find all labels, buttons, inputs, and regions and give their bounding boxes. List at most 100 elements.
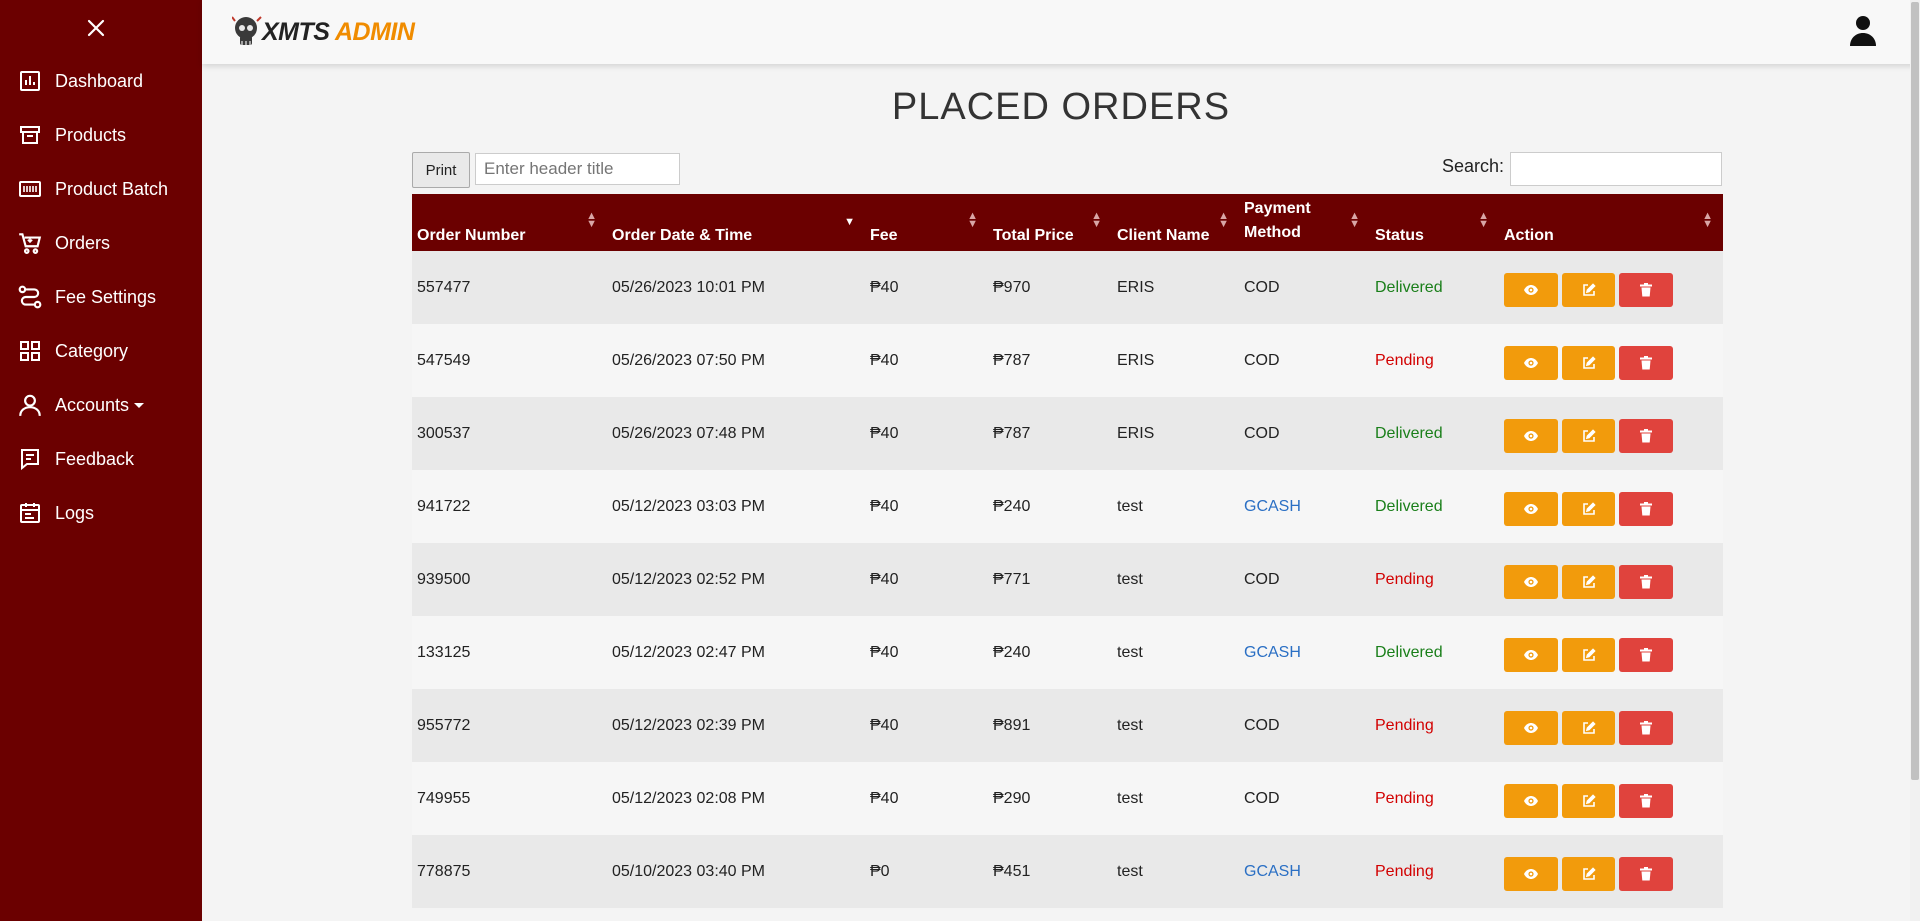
delete-button[interactable] — [1619, 564, 1673, 599]
delete-button[interactable] — [1619, 345, 1673, 380]
total-price-cell: ₱240 — [993, 643, 1031, 661]
column-header-action[interactable]: Action ▲ ▼ — [1499, 194, 1723, 251]
edit-button[interactable] — [1562, 783, 1615, 818]
account-icon[interactable] — [1848, 14, 1878, 48]
trash-icon — [1640, 866, 1652, 881]
order-date-cell: 05/12/2023 02:08 PM — [612, 789, 766, 807]
action-cell — [1499, 616, 1723, 689]
order-number-cell: 941722 — [417, 497, 471, 515]
sidebar-item-feedback[interactable]: Feedback — [0, 432, 202, 486]
trash-icon — [1640, 720, 1652, 735]
view-button[interactable] — [1504, 345, 1558, 380]
sort-icon: ▲ ▼ — [1349, 210, 1360, 230]
sidebar-item-label: Accounts — [55, 394, 130, 415]
edit-icon — [1582, 501, 1596, 516]
view-button[interactable] — [1504, 491, 1558, 526]
sidebar-item-label: Feedback — [55, 448, 135, 469]
order-date-cell: 05/12/2023 02:47 PM — [612, 643, 766, 661]
view-button[interactable] — [1504, 272, 1558, 307]
route-icon — [17, 284, 43, 310]
user-icon — [17, 392, 43, 418]
header-title-input[interactable] — [475, 153, 680, 185]
delete-button[interactable] — [1619, 710, 1673, 745]
sidebar-item-category[interactable]: Category — [0, 324, 202, 378]
status-cell: Delivered — [1375, 643, 1443, 661]
top-bar: XMTS ADMIN — [202, 0, 1920, 64]
sidebar-item-orders[interactable]: Orders — [0, 216, 202, 270]
payment-method-cell: COD — [1244, 278, 1280, 296]
delete-button[interactable] — [1619, 272, 1673, 307]
view-button[interactable] — [1504, 783, 1558, 818]
client-name-cell: test — [1117, 570, 1143, 588]
search-input[interactable] — [1510, 152, 1722, 186]
order-number-cell: 778875 — [417, 862, 471, 880]
fee-cell: ₱40 — [870, 424, 899, 442]
table-row: 300537 05/26/2023 07:48 PM ₱40 ₱787 ERIS COD D… — [412, 397, 1723, 470]
edit-button[interactable] — [1562, 710, 1615, 745]
sidebar-item-products[interactable]: Products — [0, 108, 202, 162]
client-name-cell: test — [1117, 643, 1143, 661]
edit-button[interactable] — [1562, 345, 1615, 380]
column-header-total-price[interactable]: Total Price ▲ ▼ — [988, 194, 1112, 251]
table-row: 955772 05/12/2023 02:39 PM ₱40 ₱891 test COD P… — [412, 689, 1723, 762]
eye-icon — [1523, 284, 1539, 296]
sort-desc-icon: ▼ — [844, 216, 855, 228]
client-name-cell: ERIS — [1117, 351, 1155, 369]
edit-button[interactable] — [1562, 272, 1615, 307]
order-date-cell: 05/12/2023 03:03 PM — [612, 497, 766, 515]
fee-cell: ₱40 — [870, 278, 899, 296]
column-header-status[interactable]: Status ▲ ▼ — [1370, 194, 1499, 251]
delete-button[interactable] — [1619, 418, 1673, 453]
page-scrollbar[interactable] — [1910, 0, 1920, 921]
action-cell — [1499, 762, 1723, 835]
order-number-cell: 939500 — [417, 570, 471, 588]
close-icon[interactable] — [84, 16, 108, 40]
delete-button[interactable] — [1619, 783, 1673, 818]
sidebar-item-accounts[interactable]: Accounts — [0, 378, 202, 432]
column-header-payment-method[interactable]: Payment Method ▲ ▼ — [1239, 194, 1370, 251]
edit-icon — [1582, 428, 1596, 443]
edit-button[interactable] — [1562, 637, 1615, 672]
view-button[interactable] — [1504, 564, 1558, 599]
delete-button[interactable] — [1619, 491, 1673, 526]
print-button[interactable]: Print — [412, 152, 470, 188]
app-logo[interactable]: XMTS ADMIN — [232, 12, 415, 52]
sidebar-item-fee-settings[interactable]: Fee Settings — [0, 270, 202, 324]
edit-button[interactable] — [1562, 564, 1615, 599]
delete-button[interactable] — [1619, 856, 1673, 891]
status-cell: Pending — [1375, 716, 1434, 734]
archive-icon — [17, 122, 43, 148]
column-header-fee[interactable]: Fee ▲ ▼ — [865, 194, 988, 251]
status-cell: Delivered — [1375, 424, 1443, 442]
edit-button[interactable] — [1562, 856, 1615, 891]
column-header-order-number[interactable]: Order Number ▲ ▼ — [412, 194, 607, 251]
delete-button[interactable] — [1619, 637, 1673, 672]
sort-icon: ▲ ▼ — [967, 210, 978, 230]
trash-icon — [1640, 574, 1652, 589]
sidebar-item-dashboard[interactable]: Dashboard — [0, 54, 202, 108]
eye-icon — [1523, 503, 1539, 515]
action-cell — [1499, 835, 1723, 908]
table-row: 133125 05/12/2023 02:47 PM ₱40 ₱240 test GCAS… — [412, 616, 1723, 689]
sidebar-item-label: Fee Settings — [55, 286, 157, 307]
view-button[interactable] — [1504, 637, 1558, 672]
column-header-client-name[interactable]: Client Name ▲ ▼ — [1112, 194, 1239, 251]
sidebar-item-product-batch[interactable]: Product Batch — [0, 162, 202, 216]
sort-icon: ▲ ▼ — [586, 210, 597, 230]
payment-method-cell: COD — [1244, 351, 1280, 369]
edit-button[interactable] — [1562, 491, 1615, 526]
edit-button[interactable] — [1562, 418, 1615, 453]
client-name-cell: ERIS — [1117, 424, 1155, 442]
eye-icon — [1523, 722, 1539, 734]
view-button[interactable] — [1504, 856, 1558, 891]
view-button[interactable] — [1504, 418, 1558, 453]
column-header-order-date[interactable]: Order Date & Time ▼ — [607, 194, 865, 251]
sidebar-item-logs[interactable]: Logs — [0, 486, 202, 540]
client-name-cell: test — [1117, 862, 1143, 880]
view-button[interactable] — [1504, 710, 1558, 745]
fee-cell: ₱40 — [870, 643, 899, 661]
trash-icon — [1640, 793, 1652, 808]
total-price-cell: ₱290 — [993, 789, 1031, 807]
total-price-cell: ₱787 — [993, 351, 1031, 369]
payment-method-cell: GCASH — [1244, 497, 1301, 515]
